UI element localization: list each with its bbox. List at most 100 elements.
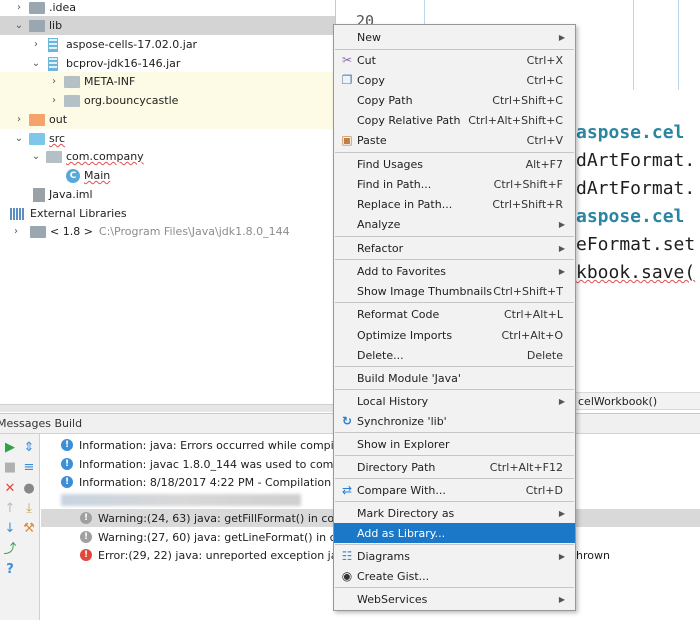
- menu-item-add-as-library[interactable]: Add as Library...: [334, 523, 575, 543]
- tree-item-out[interactable]: › out: [0, 110, 335, 129]
- chevron-right-icon[interactable]: ›: [48, 76, 60, 87]
- panel-title-text: Messages Build: [0, 417, 83, 430]
- menu-item-delete[interactable]: Delete... Delete: [334, 345, 575, 365]
- export-icon[interactable]: ⤓: [21, 501, 37, 517]
- menu-label: Copy: [357, 73, 385, 87]
- menu-item-cut[interactable]: ✂ Cut Ctrl+X: [334, 50, 575, 70]
- chevron-right-icon[interactable]: ›: [13, 2, 25, 13]
- menu-item-reformat-code[interactable]: Reformat Code Ctrl+Alt+L: [334, 304, 575, 324]
- chevron-down-icon[interactable]: ⌄: [13, 133, 25, 144]
- tree-item-lib[interactable]: ⌄ lib: [0, 16, 335, 35]
- submenu-arrow-icon: ▶: [558, 551, 565, 561]
- project-tree-panel: › .idea ⌄ lib › aspose-cells-17.02.0.jar…: [0, 0, 335, 412]
- menu-shortcut: Ctrl+Shift+F: [493, 177, 563, 191]
- menu-item-show-in-explorer[interactable]: Show in Explorer: [334, 434, 575, 454]
- menu-shortcut: Ctrl+Alt+Shift+C: [468, 113, 563, 127]
- menu-item-local-history[interactable]: Local History ▶: [334, 391, 575, 411]
- stop-icon[interactable]: ■: [2, 460, 18, 476]
- menu-item-copy-path[interactable]: Copy Path Ctrl+Shift+C: [334, 90, 575, 110]
- menu-item-find-usages[interactable]: Find Usages Alt+F7: [334, 154, 575, 174]
- menu-item-add-to-favorites[interactable]: Add to Favorites ▶: [334, 261, 575, 281]
- warning-icon: !: [80, 531, 92, 543]
- tree-item-src[interactable]: ⌄ src: [0, 129, 335, 148]
- menu-label: Refactor: [357, 241, 404, 255]
- tree-item-main[interactable]: C Main: [0, 166, 335, 185]
- menu-item-directory-path[interactable]: Directory Path Ctrl+Alt+F12: [334, 457, 575, 477]
- breadcrumb[interactable]: celWorkbook(): [578, 395, 657, 408]
- menu-label: Diagrams: [357, 549, 410, 563]
- code-line: kbook.save(: [576, 262, 696, 283]
- horizontal-scrollbar[interactable]: [0, 404, 335, 412]
- settings-wrench-icon[interactable]: ⚒: [21, 521, 37, 537]
- export-to-text-icon[interactable]: ⤴: [2, 542, 18, 558]
- submenu-arrow-icon: ▶: [558, 266, 565, 276]
- tree-item-jdk[interactable]: › < 1.8 > C:\Program Files\Java\jdk1.8.0…: [0, 222, 335, 241]
- tree-item-label: bcprov-jdk16-146.jar: [66, 57, 181, 70]
- menu-label: Build Module 'Java': [357, 371, 461, 385]
- tree-item-label: com.company: [66, 150, 144, 163]
- menu-label: Compare With...: [357, 483, 446, 497]
- menu-item-replace-in-path[interactable]: Replace in Path... Ctrl+Shift+R: [334, 194, 575, 214]
- menu-item-analyze[interactable]: Analyze ▶: [334, 214, 575, 234]
- menu-shortcut: Ctrl+Alt+L: [503, 307, 563, 321]
- message-text: Information: java: Errors occurred while…: [79, 438, 368, 452]
- libraries-icon: [10, 207, 24, 220]
- scissors-icon: ✂: [341, 53, 353, 67]
- menu-item-diagrams[interactable]: ☷ Diagrams ▶: [334, 546, 575, 566]
- close-icon[interactable]: ✕: [2, 481, 18, 497]
- expand-all-icon[interactable]: ⇕: [21, 440, 37, 456]
- menu-separator: [335, 302, 574, 303]
- tree-item-java-iml[interactable]: Java.iml: [0, 185, 335, 204]
- menu-item-show-image-thumbnails[interactable]: Show Image Thumbnails Ctrl+Shift+T: [334, 281, 575, 301]
- menu-item-find-in-path[interactable]: Find in Path... Ctrl+Shift+F: [334, 174, 575, 194]
- chevron-down-icon[interactable]: ⌄: [30, 151, 42, 162]
- chevron-right-icon[interactable]: ›: [30, 39, 42, 50]
- menu-item-synchronize[interactable]: ↻ Synchronize 'lib': [334, 411, 575, 431]
- chevron-down-icon[interactable]: ⌄: [13, 20, 25, 31]
- arrow-down-icon[interactable]: ↓: [2, 521, 18, 537]
- tree-item-bcprov-jar[interactable]: ⌄ bcprov-jdk16-146.jar: [0, 54, 335, 73]
- tree-item-meta-inf[interactable]: › META-INF: [0, 72, 335, 91]
- menu-item-refactor[interactable]: Refactor ▶: [334, 238, 575, 258]
- error-icon: !: [80, 549, 92, 561]
- jdk-icon: [30, 225, 46, 238]
- menu-item-webservices[interactable]: WebServices ▶: [334, 589, 575, 609]
- menu-item-create-gist[interactable]: ◉ Create Gist...: [334, 566, 575, 586]
- submenu-arrow-icon: ▶: [558, 396, 565, 406]
- help-icon[interactable]: ?: [2, 562, 18, 578]
- menu-shortcut: Alt+F7: [525, 157, 563, 171]
- menu-item-optimize-imports[interactable]: Optimize Imports Ctrl+Alt+O: [334, 325, 575, 345]
- rerun-icon[interactable]: ▶: [2, 440, 18, 456]
- tree-item-external-libraries[interactable]: External Libraries: [0, 204, 335, 223]
- menu-separator: [335, 259, 574, 260]
- tree-item-label: Java.iml: [49, 188, 93, 201]
- menu-item-mark-directory-as[interactable]: Mark Directory as ▶: [334, 503, 575, 523]
- submenu-arrow-icon: ▶: [558, 243, 565, 253]
- menu-shortcut: Ctrl+Shift+T: [493, 284, 563, 298]
- messages-toolbar: ▶ ⇕ ■ ≡ ✕ ● ↑ ⤓ ↓ ⚒ ⤴ ?: [0, 434, 40, 620]
- collapse-all-icon[interactable]: ≡: [21, 460, 37, 476]
- redacted-path: [61, 494, 301, 506]
- diagram-icon: ☷: [341, 549, 353, 563]
- tree-item-idea[interactable]: › .idea: [0, 0, 335, 17]
- menu-item-copy[interactable]: ❐ Copy Ctrl+C: [334, 70, 575, 90]
- chevron-right-icon[interactable]: ›: [48, 95, 60, 106]
- menu-separator: [335, 432, 574, 433]
- tree-item-aspose-jar[interactable]: › aspose-cells-17.02.0.jar: [0, 35, 335, 54]
- menu-item-new[interactable]: New ▶: [334, 27, 575, 47]
- menu-label: Find in Path...: [357, 177, 432, 191]
- guide-line: [678, 0, 679, 90]
- menu-item-compare-with[interactable]: ⇄ Compare With... Ctrl+D: [334, 480, 575, 500]
- menu-item-build-module[interactable]: Build Module 'Java': [334, 368, 575, 388]
- menu-shortcut: Ctrl+Shift+C: [492, 93, 563, 107]
- menu-item-copy-relative-path[interactable]: Copy Relative Path Ctrl+Alt+Shift+C: [334, 110, 575, 130]
- chevron-down-icon[interactable]: ⌄: [30, 58, 42, 69]
- chevron-right-icon[interactable]: ›: [10, 226, 22, 237]
- warning-icon: !: [80, 512, 92, 524]
- tree-item-org-bouncycastle[interactable]: › org.bouncycastle: [0, 91, 335, 110]
- arrow-up-icon[interactable]: ↑: [2, 501, 18, 517]
- chevron-right-icon[interactable]: ›: [13, 114, 25, 125]
- tree-item-com-company[interactable]: ⌄ com.company: [0, 147, 335, 166]
- menu-item-paste[interactable]: ▣ Paste Ctrl+V: [334, 130, 575, 150]
- hide-warnings-icon[interactable]: ●: [21, 481, 37, 497]
